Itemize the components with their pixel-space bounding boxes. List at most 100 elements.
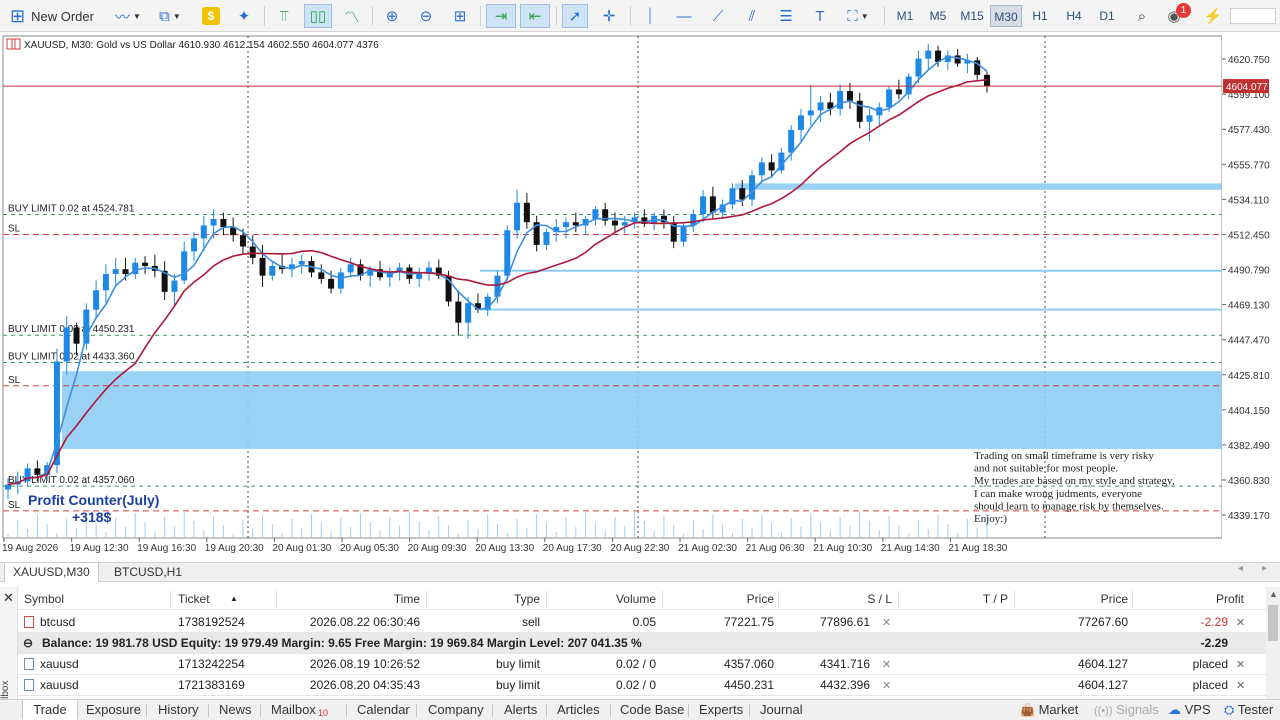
bullish-candle: [298, 261, 305, 265]
line-chart-button[interactable]: 〽: [340, 4, 364, 28]
col-symbol[interactable]: Symbol: [24, 589, 64, 610]
col-price[interactable]: Price: [664, 589, 774, 610]
delete-order-icon[interactable]: ✕: [1236, 658, 1245, 671]
col-time[interactable]: Time: [278, 589, 420, 610]
candlestick-button[interactable]: ▯▯: [304, 4, 332, 28]
text-button[interactable]: T: [808, 4, 832, 28]
price-tick-label: 4577.430: [1228, 125, 1270, 136]
tab-trade[interactable]: Trade: [22, 700, 78, 720]
col-sl[interactable]: S / L: [780, 589, 892, 610]
tab-code-base[interactable]: Code Base: [620, 700, 684, 720]
algo-trading-button[interactable]: $: [200, 4, 222, 28]
tab-mailbox[interactable]: Mailbox: [271, 700, 316, 720]
tab-articles[interactable]: Articles: [557, 700, 600, 720]
tile-windows-button[interactable]: ⊞: [448, 4, 472, 28]
bearish-candle: [142, 262, 149, 266]
row-sl[interactable]: 4341.716: [758, 654, 870, 675]
zone-rectangle: [735, 183, 1222, 190]
disclaimer-line: and not suitable for most people.: [974, 463, 1118, 475]
bullish-candle: [700, 196, 707, 215]
remove-sl-icon[interactable]: ✕: [882, 658, 891, 671]
crosshair-button[interactable]: ✛: [596, 4, 622, 28]
col-current-price[interactable]: Price: [1016, 589, 1128, 610]
scroll-right-icon[interactable]: ▸: [1262, 563, 1267, 574]
fibonacci-button[interactable]: ☰: [774, 4, 798, 28]
timeframe-m5[interactable]: M5: [924, 5, 952, 27]
price-tick-label: 4447.470: [1228, 336, 1270, 347]
col-type[interactable]: Type: [428, 589, 540, 610]
bullish-candle: [504, 230, 511, 276]
zoom-out-button[interactable]: ⊖: [414, 4, 438, 28]
price-tick-label: 4620.750: [1228, 55, 1270, 66]
tester-button[interactable]: ⛭ Tester: [1224, 700, 1273, 720]
vertical-line-button[interactable]: ⏐: [638, 4, 662, 28]
col-tp[interactable]: T / P: [900, 589, 1008, 610]
vertical-scrollbar[interactable]: ▲: [1266, 587, 1280, 699]
tab-news[interactable]: News: [219, 700, 252, 720]
tab-company[interactable]: Company: [428, 700, 484, 720]
tab-xauusd-m30[interactable]: XAUUSD,M30: [4, 563, 99, 582]
bar-chart-button[interactable]: ⫪: [272, 4, 296, 28]
scroll-left-icon[interactable]: ◂: [1238, 563, 1243, 574]
remove-sl-icon[interactable]: ✕: [882, 616, 891, 629]
col-ticket[interactable]: Ticket: [178, 589, 210, 610]
autoscroll-button[interactable]: ⇥: [486, 4, 516, 28]
tab-alerts[interactable]: Alerts: [504, 700, 537, 720]
remove-sl-icon[interactable]: ✕: [882, 679, 891, 692]
close-icon[interactable]: ✕: [3, 590, 14, 606]
profit-counter-value: +318$: [72, 509, 112, 525]
col-profit[interactable]: Profit: [1134, 589, 1244, 610]
signals-tab-button[interactable]: ((•)) Signals: [1094, 700, 1159, 720]
tab-experts[interactable]: Experts: [699, 700, 743, 720]
channel-button[interactable]: ⫽: [740, 4, 764, 28]
collapse-icon[interactable]: ⊖: [23, 636, 33, 650]
templates-dropdown[interactable]: ⧉ ▼: [152, 4, 188, 28]
timeframe-m1[interactable]: M1: [892, 5, 918, 27]
vps-button[interactable]: ☁ VPS: [1168, 700, 1211, 720]
tab-btcusd-h1[interactable]: BTCUSD,H1: [106, 563, 190, 582]
bearish-candle: [954, 55, 961, 64]
close-position-icon[interactable]: ✕: [1236, 616, 1245, 629]
zoom-in-button[interactable]: ⊕: [380, 4, 404, 28]
price-chart[interactable]: BUY LIMIT 0.02 at 4524.781 SL BUY LIMIT 0.…: [0, 32, 1280, 562]
bullish-candle: [749, 175, 756, 200]
trendline-button[interactable]: ⟋: [706, 4, 730, 28]
bullish-candle: [592, 209, 599, 219]
tab-calendar[interactable]: Calendar: [357, 700, 410, 720]
dollar-icon: $: [202, 7, 220, 25]
tab-history[interactable]: History: [158, 700, 198, 720]
bullish-candle: [337, 272, 344, 289]
search-button[interactable]: ⌕: [1130, 4, 1154, 28]
chart-canvas[interactable]: BUY LIMIT 0.02 at 4524.781 SL BUY LIMIT 0.…: [0, 32, 1280, 562]
horizontal-line-button[interactable]: ―: [672, 4, 696, 28]
bullish-candle: [758, 162, 765, 176]
market-button[interactable]: 👜 Market: [1020, 700, 1078, 720]
timeframe-m30[interactable]: M30: [990, 5, 1022, 27]
col-volume[interactable]: Volume: [548, 589, 656, 610]
timeframe-m15[interactable]: M15: [957, 5, 987, 27]
tab-exposure[interactable]: Exposure: [86, 700, 141, 720]
scroll-up-icon[interactable]: ▲: [1269, 589, 1278, 599]
timeframe-h1[interactable]: H1: [1027, 5, 1053, 27]
cursor-button[interactable]: ➚: [562, 4, 588, 28]
row-sl[interactable]: 77896.61: [758, 612, 870, 633]
shapes-dropdown[interactable]: ⛶ ▼: [840, 4, 876, 28]
template-icon: ⧉: [159, 7, 170, 25]
scroll-thumb[interactable]: [1268, 605, 1278, 641]
market-watch-button[interactable]: ⚡: [1202, 4, 1224, 28]
tab-journal[interactable]: Journal: [760, 700, 803, 720]
timeframe-h4[interactable]: H4: [1061, 5, 1087, 27]
signals-button[interactable]: ✦: [232, 4, 256, 28]
row-sl[interactable]: 4432.396: [758, 675, 870, 696]
table-row[interactable]: xauusd 1721383169 2026.08.20 04:35:43 bu…: [18, 675, 1266, 696]
bullish-candle: [807, 110, 814, 116]
chart-header: XAUUSD, M30: Gold vs US Dollar 4610.930 …: [24, 40, 379, 51]
table-row[interactable]: xauusd 1713242254 2026.08.19 10:26:52 bu…: [18, 654, 1266, 675]
chart-type-dropdown[interactable]: 〰 ▼: [110, 4, 146, 28]
timeframe-d1[interactable]: D1: [1094, 5, 1120, 27]
new-order-button[interactable]: ⊞ New Order: [10, 4, 98, 28]
delete-order-icon[interactable]: ✕: [1236, 679, 1245, 692]
table-row[interactable]: btcusd 1738192524 2026.08.22 06:30:46 se…: [18, 612, 1266, 633]
quick-search-box[interactable]: [1230, 8, 1276, 24]
chart-shift-button[interactable]: ⇤: [520, 4, 550, 28]
